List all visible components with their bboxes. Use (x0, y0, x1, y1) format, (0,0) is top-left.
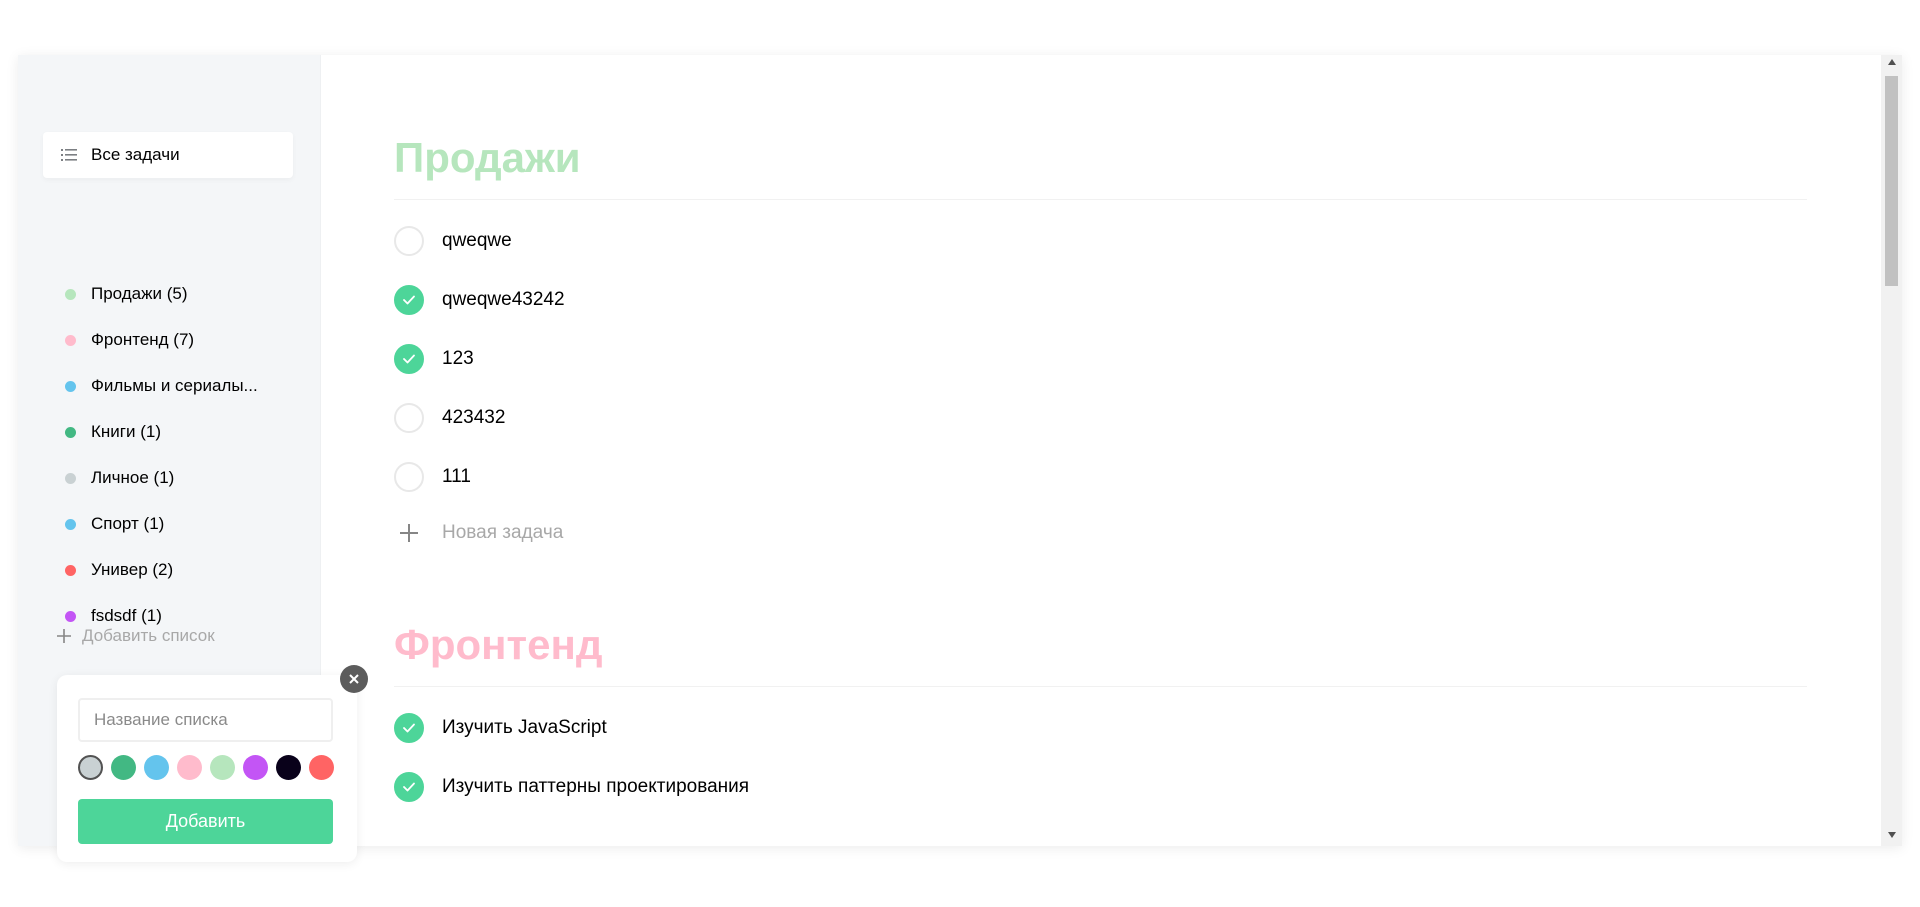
list-color-dot (65, 288, 76, 300)
divider (394, 686, 1807, 687)
list-icon (61, 146, 79, 164)
new-task-label: Новая задача (442, 522, 564, 543)
color-swatch[interactable] (243, 755, 268, 780)
task-checkbox[interactable] (394, 402, 424, 433)
color-picker (78, 755, 342, 780)
all-tasks-button[interactable]: Все задачи (43, 132, 293, 178)
color-swatch[interactable] (276, 755, 301, 780)
task-row: 423432 (394, 388, 1807, 447)
task-checkbox[interactable] (394, 225, 424, 256)
task-row: Изучить паттерны проектирования (394, 757, 1807, 816)
scrollbar[interactable] (1881, 55, 1902, 846)
divider (394, 199, 1807, 200)
sidebar-list-item[interactable]: Спорт (1) (43, 501, 293, 547)
new-task-button[interactable]: Новая задача (394, 506, 1807, 560)
add-list-button[interactable]: Добавить список (56, 626, 215, 646)
main-content: Продажи qweqwe qweqwe43242 123 423432 111 Но… (321, 55, 1881, 846)
list-section-sales: Продажи qweqwe qweqwe43242 123 423432 111 Но… (394, 125, 1807, 560)
color-swatch[interactable] (144, 755, 169, 780)
close-popup-button[interactable] (340, 665, 368, 693)
scrollbar-thumb[interactable] (1885, 76, 1898, 286)
task-checkbox[interactable] (394, 771, 424, 802)
add-list-label: Добавить список (82, 626, 215, 645)
task-checkbox[interactable] (394, 461, 424, 492)
task-row: 123 (394, 329, 1807, 388)
list-color-dot (65, 472, 76, 484)
tasks-list: Изучить JavaScript Изучить паттерны проек… (394, 698, 1807, 816)
check-icon (403, 782, 415, 791)
task-row: 111 (394, 447, 1807, 506)
sidebar-list-label: fsdsdf (1) (91, 606, 162, 625)
task-row: Изучить JavaScript (394, 698, 1807, 757)
task-text[interactable]: qweqwe43242 (442, 289, 565, 311)
check-icon (403, 295, 415, 304)
tasks-list: qweqwe qweqwe43242 123 423432 111 (394, 211, 1807, 506)
list-name-input[interactable] (78, 698, 333, 742)
sidebar-list-label: Спорт (1) (91, 514, 165, 533)
color-swatch[interactable] (111, 755, 136, 780)
color-swatch[interactable] (210, 755, 235, 780)
task-row: qweqwe (394, 211, 1807, 270)
check-icon (403, 354, 415, 363)
task-text[interactable]: Изучить паттерны проектирования (442, 776, 749, 798)
sidebar-list-item[interactable]: Фронтенд (7) (43, 317, 293, 363)
sidebar-list-label: Книги (1) (91, 422, 161, 441)
list-color-dot (65, 426, 76, 438)
close-icon (349, 674, 359, 684)
sidebar-list-label: Личное (1) (91, 468, 175, 487)
list-color-dot (65, 334, 76, 346)
task-text[interactable]: Изучить JavaScript (442, 717, 607, 739)
list-color-dot (65, 518, 76, 530)
task-text[interactable]: 423432 (442, 407, 505, 429)
task-text[interactable]: 111 (442, 466, 471, 488)
list-color-dot (65, 380, 76, 392)
scroll-down-arrow-icon[interactable] (1881, 832, 1902, 842)
sidebar-list-item[interactable]: Личное (1) (43, 455, 293, 501)
sidebar-list-item[interactable]: Продажи (5) (43, 271, 293, 317)
task-checkbox[interactable] (394, 343, 424, 374)
task-text[interactable]: qweqwe (442, 230, 512, 252)
section-title[interactable]: Фронтенд (394, 612, 1807, 678)
color-swatch[interactable] (78, 755, 103, 780)
plus-icon (394, 518, 424, 548)
all-tasks-label: Все задачи (91, 145, 180, 164)
list-color-dot (65, 610, 76, 622)
task-row: qweqwe43242 (394, 270, 1807, 329)
add-list-popup: Добавить (57, 665, 368, 862)
lists-nav: Продажи (5) Фронтенд (7) Фильмы и сериалы.… (43, 271, 293, 639)
sidebar-list-item[interactable]: Книги (1) (43, 409, 293, 455)
sidebar-list-item[interactable]: Универ (2) (43, 547, 293, 593)
sidebar-list-label: Продажи (5) (91, 284, 188, 303)
sidebar-list-label: Фильмы и сериалы... (91, 376, 258, 395)
color-swatch[interactable] (309, 755, 334, 780)
task-checkbox[interactable] (394, 712, 424, 743)
list-color-dot (65, 564, 76, 576)
check-icon (403, 723, 415, 732)
list-section-frontend: Фронтенд Изучить JavaScript Изучить патте… (394, 612, 1807, 816)
sidebar-list-item[interactable]: Фильмы и сериалы... (43, 363, 293, 409)
scroll-up-arrow-icon[interactable] (1881, 59, 1902, 69)
add-button[interactable]: Добавить (78, 799, 333, 844)
sidebar-list-label: Универ (2) (91, 560, 174, 579)
task-checkbox[interactable] (394, 284, 424, 315)
task-text[interactable]: 123 (442, 348, 474, 370)
section-title[interactable]: Продажи (394, 125, 1807, 191)
color-swatch[interactable] (177, 755, 202, 780)
plus-icon (56, 628, 72, 644)
sidebar-list-label: Фронтенд (7) (91, 330, 195, 349)
